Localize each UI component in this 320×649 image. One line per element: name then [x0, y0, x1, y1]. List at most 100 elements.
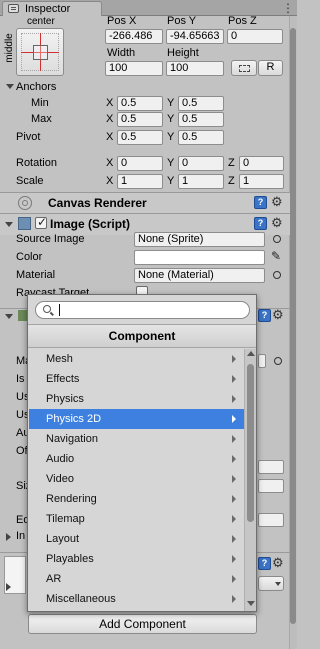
submenu-arrow-icon	[232, 475, 236, 483]
tab-menu-icon[interactable]: ⋮	[282, 1, 294, 15]
source-image-label: Source Image	[16, 233, 85, 245]
hidden-component-icon	[18, 310, 27, 321]
component-category-item[interactable]: Miscellaneous	[29, 589, 244, 609]
width-field[interactable]: 100	[105, 61, 163, 76]
min-y-label: Y	[167, 97, 175, 109]
component-category-item[interactable]: Effects	[29, 369, 244, 389]
material-help-icon[interactable]: ?	[258, 557, 271, 570]
component-search-field[interactable]	[35, 301, 250, 319]
raw-edit-button[interactable]: R	[258, 60, 283, 76]
scroll-up-arrow-icon[interactable]	[247, 351, 255, 356]
anchor-h-label: center	[27, 16, 55, 27]
component-category-label: Playables	[46, 553, 94, 565]
max-y-field[interactable]: 0.5	[178, 112, 224, 127]
pos-y-field[interactable]: -94.65663	[166, 29, 224, 44]
hidden-picker-icon[interactable]	[274, 357, 282, 365]
component-category-label: Tilemap	[46, 513, 85, 525]
component-category-label: Video	[46, 473, 74, 485]
rotation-z-field[interactable]: 0	[239, 156, 284, 171]
anchor-presets-button[interactable]	[16, 28, 64, 76]
pos-x-field[interactable]: -266.486	[105, 29, 163, 44]
anchor-v-label: middle	[4, 33, 15, 63]
hidden-label-9: In	[16, 530, 26, 542]
scale-z-field[interactable]: 1	[239, 174, 284, 189]
canvas-renderer-header[interactable]: Canvas Renderer ? ⚙	[0, 192, 290, 214]
component-category-item[interactable]: Audio	[29, 449, 244, 469]
component-category-item[interactable]: Mesh	[29, 349, 244, 369]
scale-x-field[interactable]: 1	[117, 174, 163, 189]
component-category-item[interactable]: Tilemap	[29, 509, 244, 529]
submenu-arrow-icon	[232, 575, 236, 583]
canvas-renderer-help-icon[interactable]: ?	[254, 196, 267, 209]
max-x-label: X	[106, 113, 114, 125]
submenu-arrow-icon	[232, 375, 236, 383]
hidden-field-4[interactable]	[258, 513, 284, 527]
component-category-item[interactable]: Physics	[29, 389, 244, 409]
component-category-item[interactable]: Rendering	[29, 489, 244, 509]
eyedropper-icon[interactable]: ✎	[271, 249, 281, 263]
rotation-x-field[interactable]: 0	[117, 156, 163, 171]
component-category-label: Audio	[46, 453, 75, 465]
material-picker-icon[interactable]	[273, 271, 281, 279]
material-field[interactable]: None (Material)	[134, 268, 265, 283]
component-category-label: Rendering	[46, 493, 97, 505]
component-category-item[interactable]: Playables	[29, 549, 244, 569]
scroll-down-arrow-icon[interactable]	[247, 601, 255, 606]
component-category-item[interactable]: Layout	[29, 529, 244, 549]
pivot-x-label: X	[106, 131, 114, 143]
tab-inspector[interactable]: Inspector	[2, 1, 102, 16]
hidden-gear-icon[interactable]: ⚙	[272, 307, 284, 323]
component-category-label: Mesh	[46, 353, 73, 365]
hidden-field-2[interactable]	[258, 460, 284, 474]
pivot-label: Pivot	[16, 131, 41, 143]
submenu-arrow-icon	[232, 395, 236, 403]
component-search-input[interactable]	[58, 303, 243, 317]
material-gear-icon[interactable]: ⚙	[272, 555, 284, 571]
image-help-icon[interactable]: ?	[254, 217, 267, 230]
min-y-field[interactable]: 0.5	[178, 96, 224, 111]
hidden-help-icon[interactable]: ?	[258, 309, 271, 322]
component-category-item[interactable]: AR	[29, 569, 244, 589]
add-component-button[interactable]: Add Component	[28, 614, 257, 634]
color-field[interactable]	[134, 250, 265, 265]
scale-y-field[interactable]: 1	[178, 174, 224, 189]
pos-z-field[interactable]: 0	[227, 29, 283, 44]
material-foldout-icon[interactable]	[6, 583, 11, 591]
pivot-y-field[interactable]: 0.5	[178, 130, 224, 145]
max-x-field[interactable]: 0.5	[117, 112, 163, 127]
source-image-picker-icon[interactable]	[273, 235, 281, 243]
image-foldout-arrow-icon[interactable]	[5, 222, 13, 227]
image-enabled-checkbox[interactable]: ✓	[35, 215, 47, 229]
canvas-renderer-title: Canvas Renderer	[48, 196, 147, 210]
component-category-item[interactable]: Physics 2D	[29, 409, 244, 429]
inspector-scrollbar-thumb[interactable]	[290, 28, 296, 624]
rotation-y-field[interactable]: 0	[178, 156, 224, 171]
submenu-arrow-icon	[232, 355, 236, 363]
dropdown-scrollbar[interactable]	[244, 349, 256, 611]
min-x-field[interactable]: 0.5	[117, 96, 163, 111]
dropdown-scrollbar-thumb[interactable]	[247, 364, 254, 522]
shader-dropdown[interactable]	[258, 576, 284, 591]
scale-label: Scale	[16, 175, 44, 187]
hidden-foldout-arrow-icon[interactable]	[5, 314, 13, 319]
anchor-rect-icon	[33, 45, 48, 60]
canvas-renderer-gear-icon[interactable]: ⚙	[271, 194, 283, 210]
height-field[interactable]: 100	[166, 61, 224, 76]
hidden-field-3[interactable]	[258, 479, 284, 493]
image-gear-icon[interactable]: ⚙	[271, 215, 283, 231]
blueprint-mode-button[interactable]	[231, 60, 257, 76]
hidden-field-1[interactable]	[258, 354, 266, 368]
component-category-item[interactable]: Navigation	[29, 429, 244, 449]
anchors-label: Anchors	[16, 81, 57, 93]
component-category-label: Effects	[46, 373, 80, 385]
source-image-field[interactable]: None (Sprite)	[134, 232, 265, 247]
shader-dropdown-arrow-icon	[275, 582, 281, 586]
hidden-foldout-right-icon[interactable]	[6, 533, 11, 541]
component-category-label: AR	[46, 573, 62, 585]
material-label: Material	[16, 269, 56, 281]
rotation-label: Rotation	[16, 157, 57, 169]
component-category-item[interactable]: Video	[29, 469, 244, 489]
anchors-foldout-arrow-icon[interactable]	[6, 84, 14, 89]
submenu-arrow-icon	[232, 415, 236, 423]
pivot-x-field[interactable]: 0.5	[117, 130, 163, 145]
